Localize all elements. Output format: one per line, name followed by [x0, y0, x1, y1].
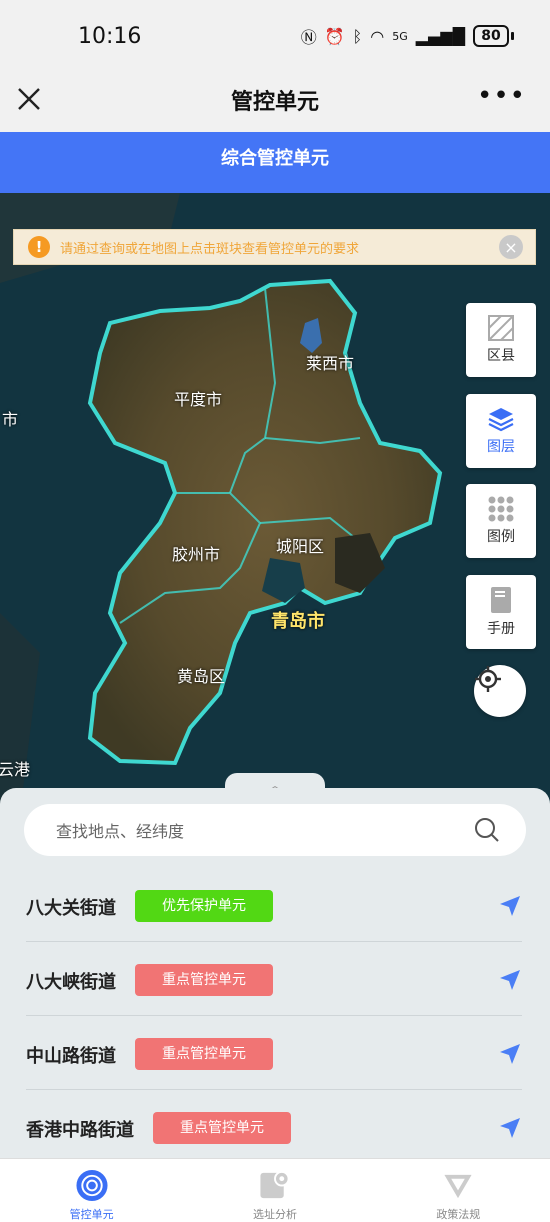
layers-icon	[488, 408, 514, 432]
tool-layers-button[interactable]: 图层	[466, 394, 536, 468]
signal-icon: ▂▄▆█	[415, 26, 465, 46]
unit-name: 香港中路街道	[26, 1120, 134, 1141]
alarm-icon: ⏰	[324, 26, 345, 46]
map-label-jiaozhou: 胶州市	[172, 545, 221, 564]
search-input[interactable]: 查找地点、经纬度	[24, 804, 526, 856]
battery-icon: 80	[473, 25, 509, 47]
list-item[interactable]: 八大关街道 优先保护单元	[26, 868, 522, 942]
more-button[interactable]: •••	[477, 83, 526, 109]
tool-manual-button[interactable]: 手册	[466, 575, 536, 649]
list-item[interactable]: 香港中路街道 重点管控单元	[26, 1090, 522, 1164]
tool-legend-button[interactable]: 图例	[466, 484, 536, 558]
unit-name: 八大关街道	[26, 898, 116, 919]
bottom-nav: 管控单元 选址分析 政策法规	[0, 1158, 550, 1222]
notice-text: 请通过查询或在地图上点击斑块查看管控单元的要求	[60, 241, 360, 257]
tool-district-label: 区县	[487, 348, 515, 364]
policy-icon	[444, 1174, 472, 1199]
tool-layers-label: 图层	[487, 439, 515, 455]
navigate-icon[interactable]	[498, 894, 522, 918]
map-pin-icon	[260, 1170, 290, 1199]
nav-policy[interactable]: 政策法规	[367, 1159, 550, 1222]
tab-banner[interactable]: 综合管控单元	[0, 132, 550, 193]
results-panel: 云港 查找地点、经纬度 八大关街道 优先保护单元 八大峡街道 重点管控单元 中山…	[0, 760, 550, 1158]
tool-legend-label: 图例	[487, 529, 515, 545]
bluetooth-icon: ᛒ	[352, 26, 363, 46]
wifi-icon: ◠	[370, 26, 385, 46]
map-label-qingdao: 青岛市	[271, 611, 325, 632]
nav-label: 政策法规	[436, 1208, 481, 1221]
network-label: 5G	[392, 29, 408, 43]
target-icon	[76, 1169, 108, 1202]
unit-badge: 优先保护单元	[135, 890, 273, 922]
status-bar: 10:16 Ⓝ ⏰ ᛒ ◠ 5G ▂▄▆█ 80	[0, 0, 550, 72]
battery-tip	[511, 32, 514, 40]
unit-badge: 重点管控单元	[135, 964, 273, 996]
list-item[interactable]: 八大峡街道 重点管控单元	[26, 942, 522, 1016]
notice-banner: ! 请通过查询或在地图上点击斑块查看管控单元的要求 ×	[13, 229, 536, 265]
locate-button[interactable]	[474, 665, 526, 717]
nav-site-analysis[interactable]: 选址分析	[183, 1159, 366, 1222]
hatch-icon	[488, 315, 514, 341]
unit-badge: 重点管控单元	[135, 1038, 273, 1070]
nav-control-units[interactable]: 管控单元	[0, 1159, 183, 1222]
unit-name: 八大峡街道	[26, 972, 116, 993]
book-icon	[491, 587, 511, 613]
map-label-laixi: 莱西市	[306, 354, 355, 373]
navigate-icon[interactable]	[498, 1042, 522, 1066]
locate-icon	[475, 666, 501, 692]
map-label-chengyang: 城阳区	[276, 537, 325, 556]
search-icon[interactable]	[474, 817, 500, 843]
map-label-sw-edge: 云港	[0, 760, 31, 779]
navigate-icon[interactable]	[498, 1116, 522, 1140]
map-view[interactable]: 莱西市 平度市 胶州市 城阳区 青岛市 黄岛区 市 ! 请通过查询或在地图上点击…	[0, 193, 550, 813]
grid-icon	[488, 496, 514, 522]
unit-badge: 重点管控单元	[153, 1112, 291, 1144]
map-label-west-edge: 市	[2, 410, 19, 429]
tool-manual-label: 手册	[487, 621, 515, 637]
nav-label: 选址分析	[252, 1208, 297, 1221]
unit-list: 八大关街道 优先保护单元 八大峡街道 重点管控单元 中山路街道 重点管控单元 香…	[0, 868, 550, 1164]
nav-label: 管控单元	[69, 1208, 114, 1221]
nfc-icon: Ⓝ	[300, 28, 317, 47]
status-time: 10:16	[78, 24, 142, 49]
unit-name: 中山路街道	[26, 1046, 116, 1067]
notice-close-button[interactable]: ×	[499, 235, 523, 259]
status-icons: Ⓝ ⏰ ᛒ ◠ 5G ▂▄▆█ 80	[301, 24, 514, 48]
search-placeholder: 查找地点、经纬度	[56, 822, 185, 841]
tool-district-button[interactable]: 区县	[466, 303, 536, 377]
navigate-icon[interactable]	[498, 968, 522, 992]
list-item[interactable]: 中山路街道 重点管控单元	[26, 1016, 522, 1090]
map-label-huangdao: 黄岛区	[177, 667, 226, 686]
title-bar: 管控单元 •••	[0, 72, 550, 132]
warning-icon: !	[28, 236, 50, 258]
page-title: 管控单元	[230, 90, 319, 115]
map-label-pingdu: 平度市	[174, 390, 223, 409]
